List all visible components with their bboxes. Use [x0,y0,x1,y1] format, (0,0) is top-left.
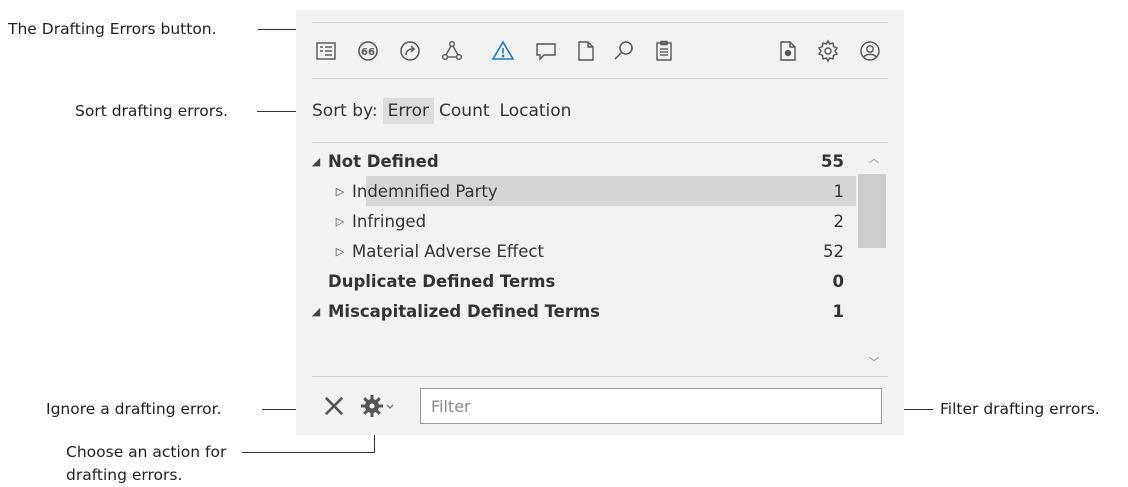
item-count: 1 [833,181,845,201]
tree-item-row[interactable]: ▷ Material Adverse Effect 52 [328,236,850,266]
tree-group-row[interactable]: ◢ Not Defined 55 [304,146,850,176]
comment-icon[interactable] [532,37,560,65]
expanded-triangle-icon[interactable]: ◢ [304,305,328,318]
document-gear-icon[interactable] [774,37,802,65]
gear-icon [361,395,383,417]
item-label: Indemnified Party [352,181,498,201]
search-icon[interactable] [610,37,638,65]
group-count: 55 [821,151,844,171]
callout-ignore: Ignore a drafting error. [46,400,222,418]
clipboard-icon[interactable] [650,37,678,65]
callout-action-line2: drafting errors. [66,466,183,484]
tree-group-row[interactable]: Duplicate Defined Terms 0 [304,266,850,296]
group-label: Not Defined [328,151,439,171]
group-count: 1 [832,301,844,321]
definitions-icon[interactable] [312,37,340,65]
warning-icon[interactable] [489,37,517,65]
toolbar-divider [312,78,888,79]
item-label: Material Adverse Effect [352,241,544,261]
collapsed-triangle-icon[interactable]: ▷ [328,185,352,198]
sort-divider [312,142,888,143]
scroll-down-icon[interactable]: ﹀ [864,354,884,370]
group-count: 0 [832,271,844,291]
item-label: Infringed [352,211,427,231]
share-arrow-icon[interactable] [396,37,424,65]
svg-text:66: 66 [361,47,375,58]
tree-item-row[interactable]: ▷ Indemnified Party 1 [328,176,850,206]
close-icon[interactable] [320,392,348,420]
sort-label: Sort by: [312,101,378,121]
sort-option-error[interactable]: Error [382,98,435,124]
tree-item-row[interactable]: ▷ Infringed 2 [328,206,850,236]
filter-input[interactable] [420,388,882,424]
bottom-divider [312,376,888,377]
bottom-bar [296,388,904,432]
callout-sort: Sort drafting errors. [75,102,229,120]
quote-icon[interactable]: 66 [354,37,382,65]
drafting-errors-panel: 66 Sort by: Error Count Location ◢ Not D… [296,10,904,435]
group-label: Duplicate Defined Terms [328,271,556,291]
sort-option-count[interactable]: Count [434,98,495,124]
scrollbar-thumb[interactable] [858,174,886,248]
tree-group-row[interactable]: ◢ Miscapitalized Defined Terms 1 [304,296,850,326]
expanded-triangle-icon[interactable]: ◢ [304,155,328,168]
leader-line [242,452,374,453]
item-count: 2 [833,211,845,231]
scroll-up-icon[interactable]: ︿ [864,150,884,166]
callout-action-line1: Choose an action for [66,443,227,461]
item-count: 52 [823,241,844,261]
collapsed-triangle-icon[interactable]: ▷ [328,245,352,258]
sort-option-location[interactable]: Location [495,98,577,124]
settings-icon[interactable] [814,37,842,65]
document-icon[interactable] [572,37,600,65]
collapsed-triangle-icon[interactable]: ▷ [328,215,352,228]
top-divider [312,22,888,23]
chevron-down-icon [386,404,394,409]
action-gear-dropdown[interactable] [360,392,400,420]
callout-drafting-errors-button: The Drafting Errors button. [8,20,217,38]
callout-filter: Filter drafting errors. [940,400,1100,418]
account-icon[interactable] [856,37,884,65]
sort-bar: Sort by: Error Count Location [312,96,576,126]
network-icon[interactable] [438,37,466,65]
group-label: Miscapitalized Defined Terms [328,301,600,321]
